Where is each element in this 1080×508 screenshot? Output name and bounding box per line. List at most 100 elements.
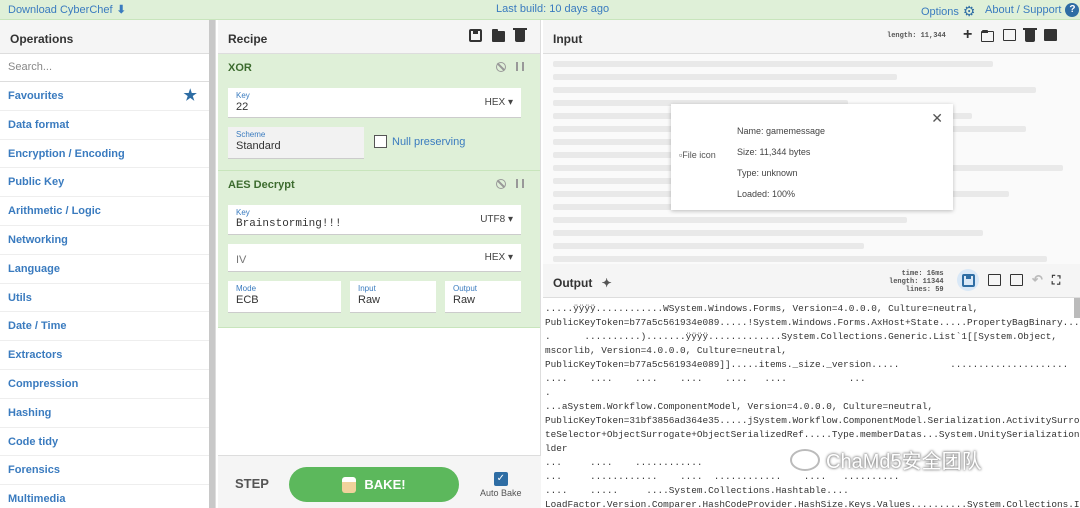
output-line: teSelector+ObjectSurrogate+ObjectSeriali…: [545, 429, 1080, 440]
category-item[interactable]: Public Key: [0, 168, 215, 198]
output-time: time: 16ms: [901, 270, 944, 278]
output-line: PublicKeyToken=b77a5c561934e089]].....it…: [545, 359, 1069, 370]
xor-key-format-dropdown[interactable]: HEX ▾: [485, 97, 513, 108]
xor-key-field[interactable]: Key 22 HEX ▾: [228, 88, 521, 118]
magic-wand-icon[interactable]: ✦: [602, 276, 612, 290]
input-panel: Input length: 11,344 + ✕ ▫File icon Name…: [543, 20, 1080, 264]
output-lines: lines: 59: [905, 286, 944, 294]
save-icon[interactable]: [469, 29, 482, 42]
maximise-icon[interactable]: ⛶: [1052, 273, 1060, 288]
output-title: Output: [553, 276, 593, 290]
category-item[interactable]: Favourites ★: [0, 82, 215, 111]
category-item[interactable]: Code tidy: [0, 428, 215, 457]
xor-title: XOR: [228, 62, 252, 74]
about-label: About / Support: [985, 4, 1062, 16]
file-meta: Name: gamemessage Size: 11,344 bytes Typ…: [737, 121, 825, 205]
file-loaded: Loaded: 100%: [737, 189, 796, 199]
output-actions: ↶ ⛶: [957, 269, 1060, 291]
xor-operation[interactable]: XOR Key 22 HEX ▾ Scheme Standard Null pr…: [218, 54, 540, 171]
reset-layout-icon[interactable]: [1044, 29, 1058, 41]
output-line: LoadFactor.Version.Comparer.HashCodeProv…: [545, 499, 1080, 508]
recipe-actions: [469, 28, 527, 42]
aes-input-field[interactable]: Input Raw: [350, 281, 436, 313]
category-item[interactable]: Hashing: [0, 399, 215, 428]
category-item[interactable]: Extractors: [0, 341, 215, 370]
trash-icon[interactable]: [513, 28, 527, 42]
bake-label: BAKE!: [364, 477, 406, 492]
step-button[interactable]: STEP: [235, 476, 269, 491]
xor-scheme-value: Standard: [236, 140, 281, 152]
aes-iv-format-dropdown[interactable]: HEX ▾: [485, 252, 513, 263]
watermark: ChaMd5安全团队: [790, 445, 982, 474]
pause-icon[interactable]: [516, 62, 524, 71]
category-item[interactable]: Networking: [0, 226, 215, 255]
replace-input-icon[interactable]: [1010, 274, 1023, 286]
pause-icon[interactable]: [516, 179, 524, 188]
aes-output-field[interactable]: Output Raw: [445, 281, 521, 313]
aes-iv-field[interactable]: IV HEX ▾: [228, 244, 521, 272]
download-label: Download CyberChef: [8, 3, 113, 16]
checkbox-icon: [374, 135, 387, 148]
star-icon: ★: [183, 87, 197, 104]
category-item[interactable]: Forensics: [0, 456, 215, 486]
output-stats: time: 16ms length: 11344 lines: 59: [889, 270, 944, 294]
download-link[interactable]: Download CyberChef ⬇: [8, 3, 126, 17]
aes-key-field[interactable]: Key Brainstorming!!! UTF8 ▾: [228, 205, 521, 235]
xor-controls: [496, 62, 524, 72]
output-header-wrap: Output ✦ time: 16ms length: 11344 lines:…: [543, 264, 1080, 298]
category-item[interactable]: Compression: [0, 370, 215, 399]
aes-key-format-dropdown[interactable]: UTF8 ▾: [480, 214, 513, 225]
aes-controls: [496, 179, 524, 189]
operations-scrollbar[interactable]: [209, 20, 215, 508]
output-line: PublicKeyToken=31bf3856ad364e35.....jSys…: [545, 415, 1080, 426]
category-item[interactable]: Data format: [0, 111, 215, 140]
disable-icon[interactable]: [496, 179, 506, 189]
output-line: ...aSystem.Workflow.ComponentModel, Vers…: [545, 401, 934, 412]
open-folder-icon[interactable]: [981, 29, 995, 42]
close-icon[interactable]: ✕: [931, 110, 943, 127]
aes-output-label: Output: [453, 284, 478, 293]
auto-bake-checkbox[interactable]: ✓ Auto Bake: [480, 472, 522, 498]
aes-title: AES Decrypt: [228, 179, 295, 191]
input-area[interactable]: ✕ ▫File icon Name: gamemessage Size: 11,…: [543, 54, 1080, 264]
search-input[interactable]: Search...: [0, 54, 215, 82]
xor-scheme-field[interactable]: Scheme Standard: [228, 127, 364, 159]
aes-input-label: Input: [358, 284, 376, 293]
category-item[interactable]: Arithmetic / Logic: [0, 197, 215, 226]
category-item[interactable]: Date / Time: [0, 312, 215, 342]
output-line: mscorlib, Version=4.0.0.0, Culture=neutr…: [545, 345, 787, 356]
top-bar: Download CyberChef ⬇ Last build: 10 days…: [0, 0, 1080, 20]
category-item[interactable]: Multimedia: [0, 485, 215, 508]
category-item[interactable]: Encryption / Encoding: [0, 140, 215, 169]
undo-icon[interactable]: ↶: [1032, 272, 1043, 288]
folder-icon[interactable]: [492, 29, 505, 42]
watermark-text: ChaMd5安全团队: [826, 451, 982, 473]
about-link[interactable]: About / Support ?: [985, 3, 1080, 17]
add-tab-icon[interactable]: +: [963, 27, 972, 43]
aes-output-value: Raw: [453, 294, 476, 306]
save-output-button[interactable]: [957, 269, 979, 291]
open-file-icon[interactable]: [1003, 29, 1017, 41]
checkmark-icon: ✓: [493, 472, 508, 486]
recipe-panel: Recipe XOR Key 22 HEX ▾ Scheme Standard …: [218, 20, 541, 508]
help-icon: ?: [1065, 3, 1080, 17]
clear-input-icon[interactable]: [1023, 27, 1038, 42]
input-actions: +: [963, 27, 1058, 43]
aes-mode-field[interactable]: Mode ECB: [228, 281, 341, 313]
operations-panel: Operations Search... Favourites ★ Data for…: [0, 20, 216, 508]
disable-icon[interactable]: [496, 62, 506, 72]
category-item[interactable]: Utils: [0, 284, 215, 313]
file-type: Type: unknown: [737, 168, 798, 178]
output-scrollbar[interactable]: [1074, 298, 1080, 318]
aes-key-label: Key: [236, 208, 250, 217]
recipe-title: Recipe: [228, 32, 268, 46]
bake-button[interactable]: BAKE!: [289, 467, 459, 502]
copy-icon[interactable]: [988, 274, 1001, 286]
xor-key-label: Key: [236, 91, 250, 100]
null-preserving-checkbox[interactable]: Null preserving: [374, 135, 465, 148]
chef-icon: [342, 476, 357, 493]
options-link[interactable]: Options ⚙: [921, 3, 975, 20]
category-item[interactable]: Language: [0, 255, 215, 284]
aes-decrypt-operation[interactable]: AES Decrypt Key Brainstorming!!! UTF8 ▾ …: [218, 171, 540, 328]
output-text[interactable]: .....ÿÿÿÿ............WSystem.Windows.For…: [543, 298, 1080, 508]
